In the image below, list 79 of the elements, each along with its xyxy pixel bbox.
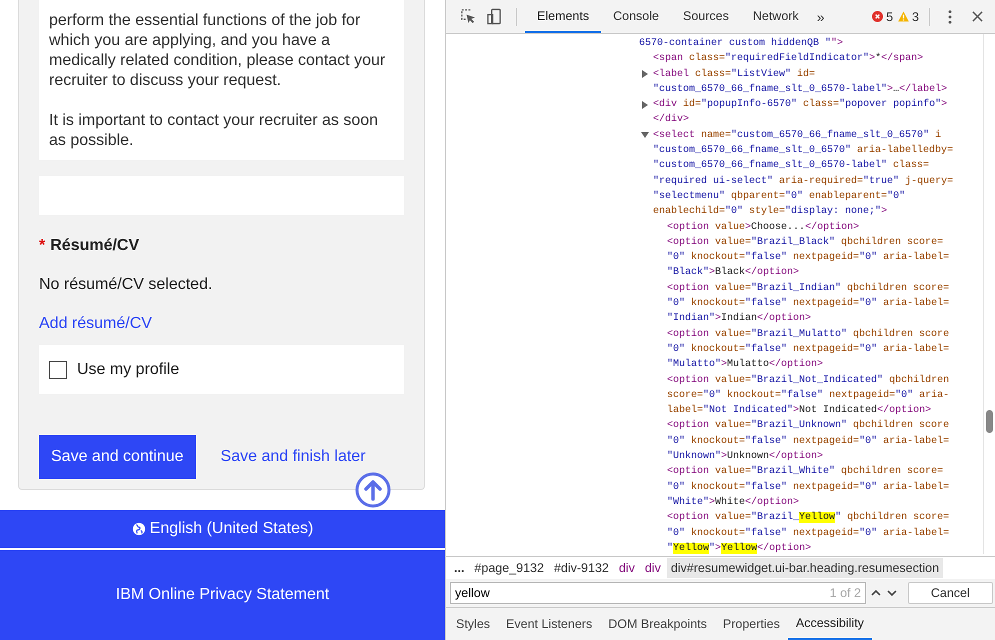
code-line: <select name="custom_6570_66_fname_slt_0_6570" i xyxy=(653,128,942,143)
breadcrumb[interactable]: div xyxy=(614,558,639,578)
code-line: enablechild="0" style="display: none;"> xyxy=(653,204,888,220)
menu-icon[interactable] xyxy=(948,10,952,24)
add-resume-link[interactable]: Add résumé/CV xyxy=(39,315,152,333)
code-line: label="Not Indicated">Not Indicated</option> xyxy=(667,404,932,418)
code-line: "0" knockout="false" nextpageid="0" aria-label= xyxy=(667,434,950,449)
use-profile-label: Use my profile xyxy=(77,360,180,378)
notice-paragraph: perform the essential functions of the job for which you are applying, and you have a medically related condition, please contact your recruiter to discuss your request. xyxy=(49,11,386,91)
collapsed-arrow-icon[interactable] xyxy=(641,100,649,109)
save-continue-button[interactable]: Save and continue xyxy=(39,435,196,479)
notice-paragraph: It is important to contact your recruiter as soon as possible. xyxy=(49,111,380,151)
code-line: "Yellow">Yellow</option> xyxy=(667,542,812,554)
warning-count[interactable]: 3 xyxy=(912,10,919,24)
error-icon xyxy=(872,11,884,22)
code-line: <label class="ListView" id= xyxy=(653,68,816,82)
code-line: "custom_6570_66_fname_slt_0_6570-label" class= xyxy=(653,158,930,174)
code-line: <option value="Brazil_White" qbchildren score= xyxy=(667,464,944,480)
code-line: <option value="Brazil_Black" qbchildren score= xyxy=(667,236,944,250)
error-count[interactable]: 5 xyxy=(886,10,894,24)
scroll-up-icon[interactable] xyxy=(355,472,391,508)
globe-icon xyxy=(132,522,146,536)
close-icon[interactable] xyxy=(972,11,983,22)
panel-tab[interactable]: Event Listeners xyxy=(498,608,600,640)
code-line: "Mulatto">Mulatto</option> xyxy=(667,358,824,372)
code-line: <div id="popupInfo-6570" class="popover popinfo"> xyxy=(653,98,948,112)
panel-tab[interactable]: Accessibility xyxy=(788,608,872,640)
code-line: "0" knockout="false" nextpageid="0" aria-label= xyxy=(667,480,950,495)
use-profile-checkbox[interactable] xyxy=(49,360,67,378)
code-line: "Indian">Indian</option> xyxy=(667,312,812,326)
resume-status: No résumé/CV selected. xyxy=(39,276,214,294)
code-line: <option value="Brazil_Mulatto" qbchildren score xyxy=(667,328,950,342)
code-line: <option value="Brazil_Yellow" qbchildren score= xyxy=(667,510,950,526)
panel-tab[interactable]: DOM Breakpoints xyxy=(600,608,715,640)
code-line: "White">White</option> xyxy=(667,496,800,510)
required-mark: * xyxy=(39,237,46,255)
code-line: "selectmenu" qbparent="0" enableparent="0" xyxy=(653,190,906,204)
inspect-cursor-icon[interactable] xyxy=(459,8,476,25)
code-line: <option value>Choose...</option> xyxy=(667,220,860,235)
code-line: <option value="Brazil_Not_Indicated" qbchildren xyxy=(667,374,950,388)
warning-icon xyxy=(898,11,910,22)
code-line: "Black">Black</option> xyxy=(667,266,800,280)
code-line: "Unknown">Unknown</option> xyxy=(667,450,824,464)
match-count: 1 of 2 xyxy=(830,586,861,600)
devtools-tab[interactable]: Elements xyxy=(525,0,602,33)
cancel-button[interactable]: Cancel xyxy=(908,582,993,604)
breadcrumb[interactable]: ... xyxy=(450,558,468,578)
breadcrumb[interactable]: #page_9132 xyxy=(470,558,548,578)
code-line: score="0" knockout="false" nextpageid="0" aria- xyxy=(667,388,950,403)
code-line: </div> xyxy=(653,112,690,128)
device-icon[interactable] xyxy=(486,8,503,25)
code-line: <option value="Brazil_Unknown" qbchildren score xyxy=(667,418,950,434)
breadcrumb[interactable]: #div-9132 xyxy=(550,558,613,578)
code-line: "custom_6570_66_fname_slt_0_6570" aria-labelledby= xyxy=(653,144,954,158)
breadcrumb[interactable]: div#resumewidget.ui-bar.heading.resumesection xyxy=(666,558,944,578)
breadcrumb[interactable]: div xyxy=(640,558,665,578)
panel-tab[interactable]: Properties xyxy=(714,608,788,640)
resume-label: Résumé/CV xyxy=(50,237,140,255)
code-line: "0" knockout="false" nextpageid="0" aria-label= xyxy=(667,250,950,266)
code-line: "0" knockout="false" nextpageid="0" aria-label= xyxy=(667,526,950,540)
save-later-link[interactable]: Save and finish later xyxy=(220,448,366,466)
devtools-tab[interactable]: Console xyxy=(601,0,671,33)
code-line: <span class="requiredFieldIndicator">*</span> xyxy=(653,52,924,66)
devtools-tab[interactable]: Sources xyxy=(670,0,741,33)
language-link[interactable]: English (United States) xyxy=(132,520,314,538)
code-line: "custom_6570_66_fname_slt_0_6570-label">…</label> xyxy=(653,82,948,97)
more-tabs[interactable]: » xyxy=(810,8,830,24)
search-field[interactable]: yellow 1 of 2 xyxy=(450,582,866,604)
code-line: 6570-container custom hiddenQB ""> xyxy=(639,36,844,51)
collapsed-arrow-icon[interactable] xyxy=(641,70,649,78)
devtools-tab[interactable]: Network xyxy=(740,0,811,33)
code-line: "0" knockout="false" nextpageid="0" aria-label= xyxy=(667,296,950,312)
privacy-link[interactable]: IBM Online Privacy Statement xyxy=(116,586,330,604)
code-line: <option value="Brazil_Indian" qbchildren score= xyxy=(667,282,950,296)
code-line: "0" knockout="false" nextpageid="0" aria-label= xyxy=(667,342,950,357)
code-line: "required ui-select" aria-required="true" j-query= xyxy=(653,174,954,189)
scrollbar-thumb[interactable] xyxy=(986,410,993,433)
expanded-arrow-icon[interactable] xyxy=(641,131,649,140)
panel-tab[interactable]: Styles xyxy=(448,608,498,640)
